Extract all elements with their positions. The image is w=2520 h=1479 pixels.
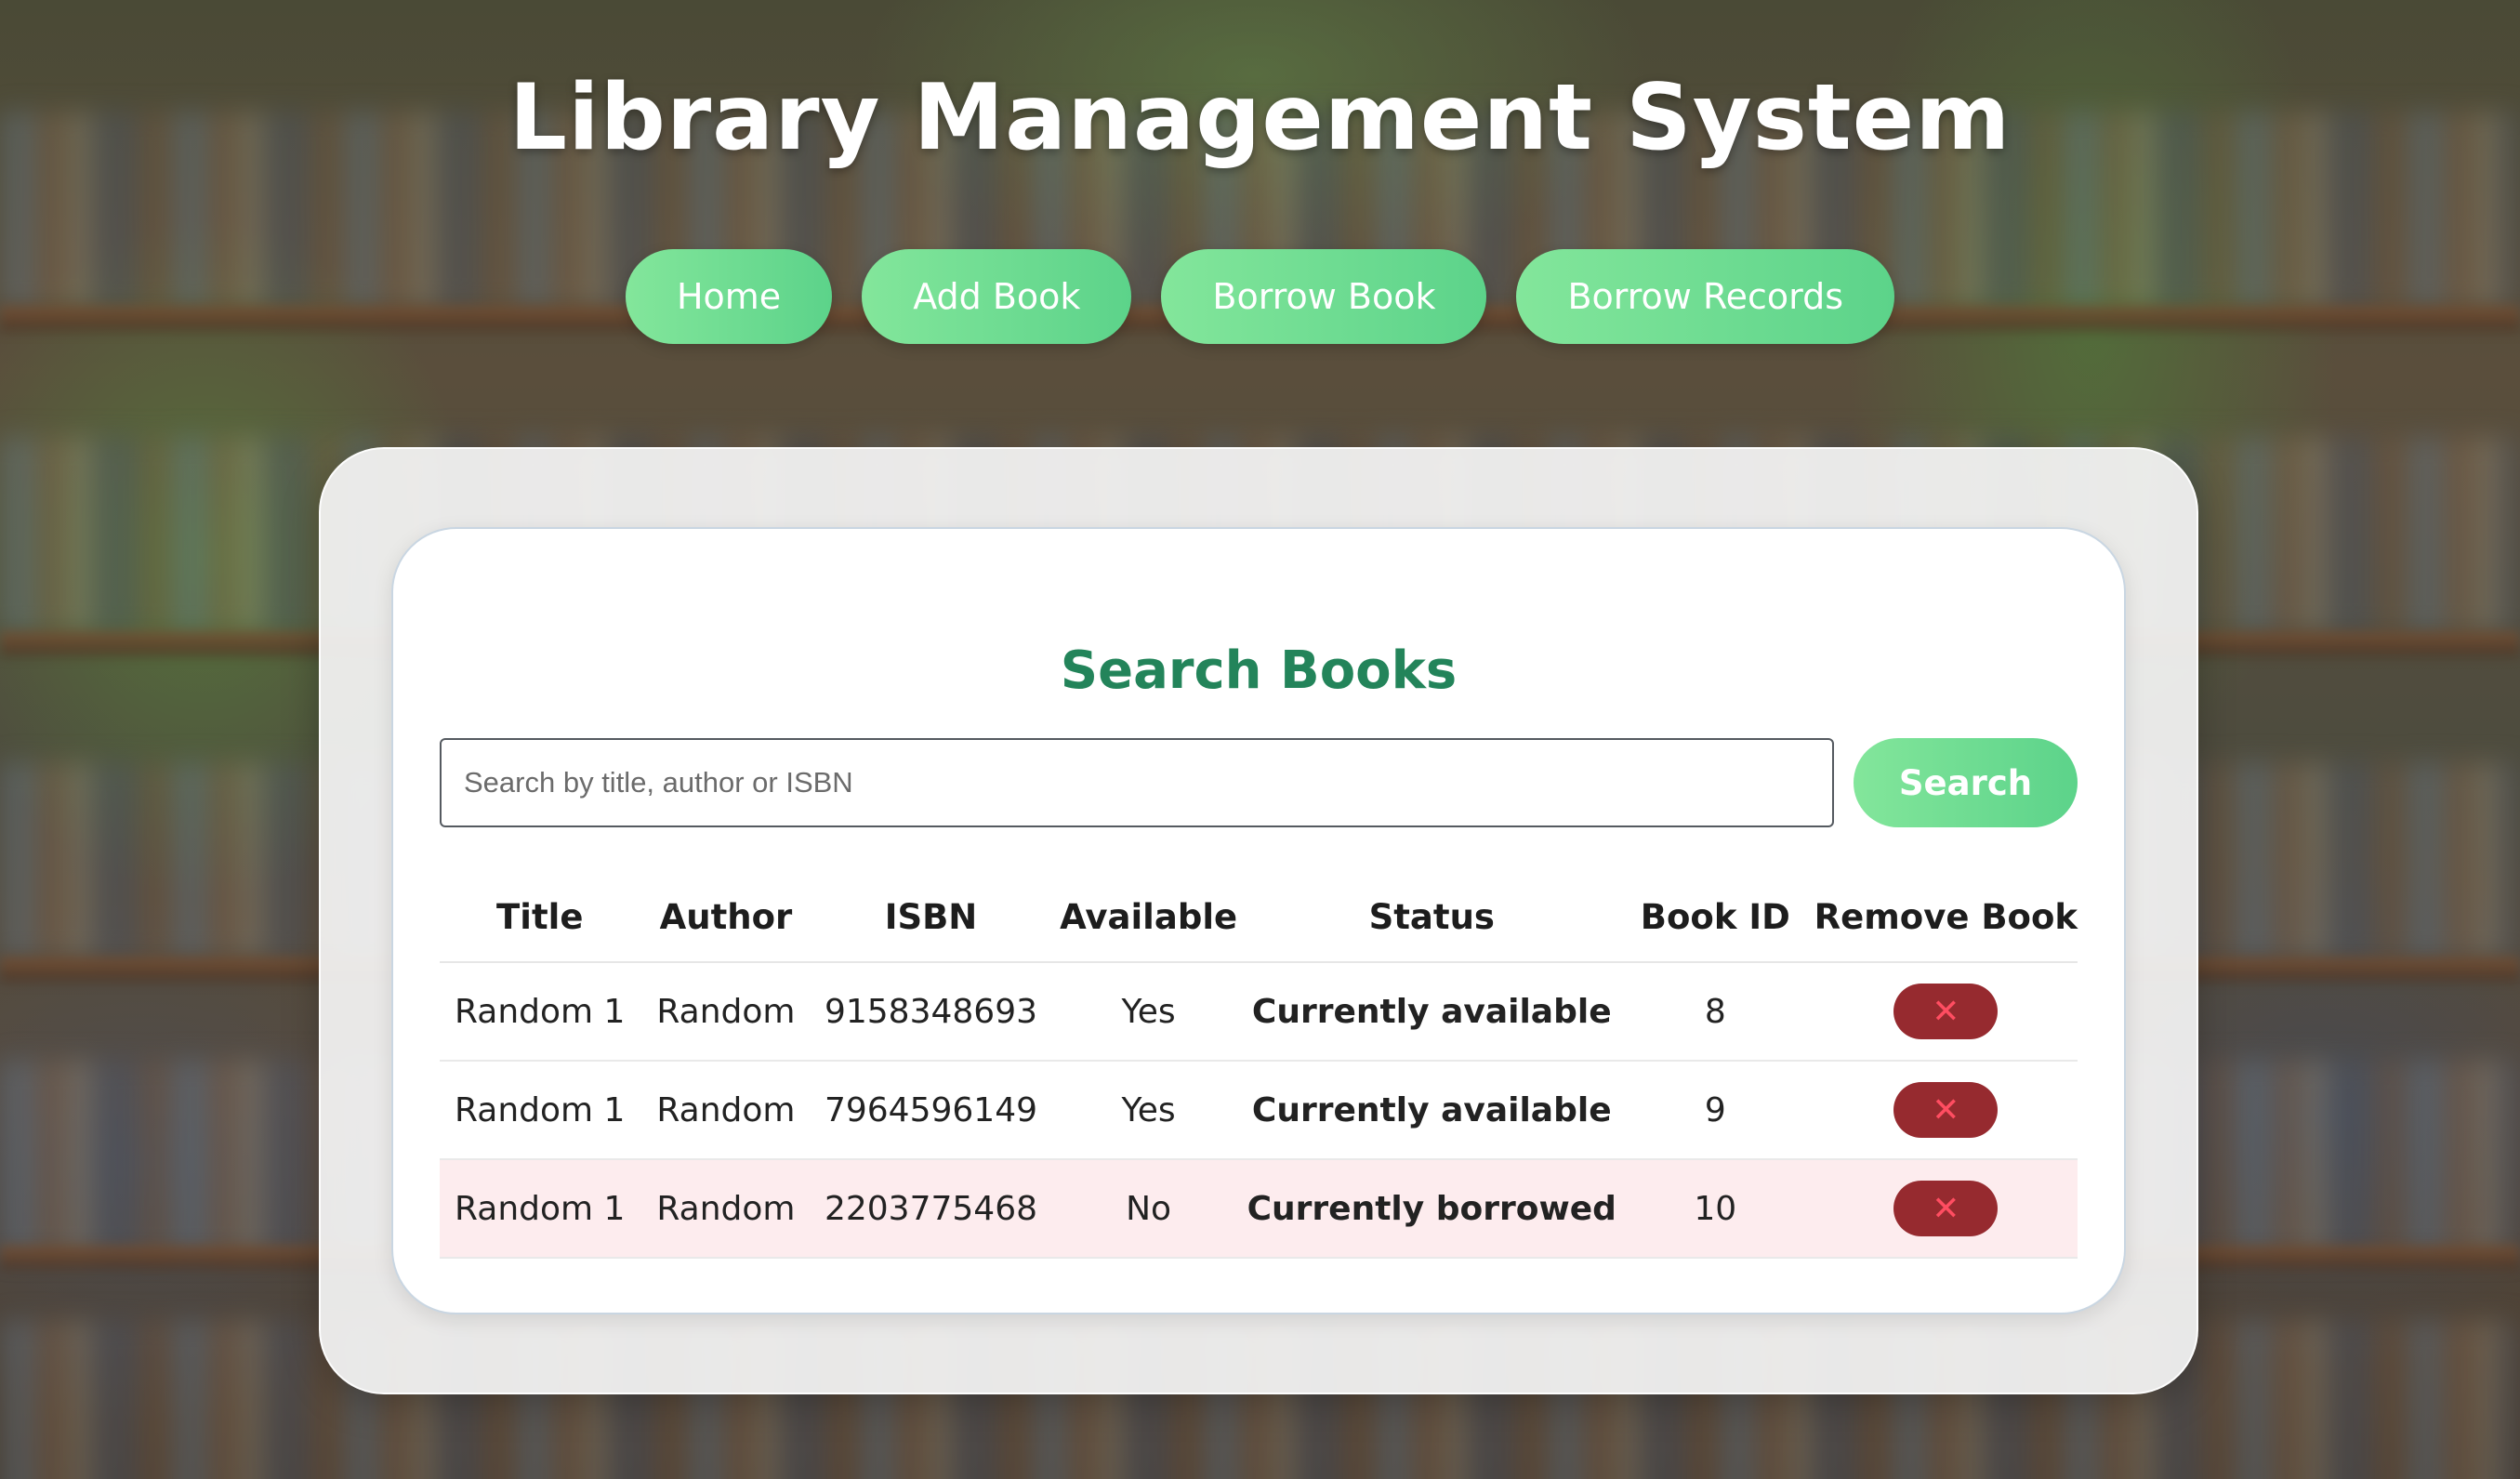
cell-author: Random: [640, 1061, 812, 1160]
table-row: Random 1 Random 7964596149 Yes Currently…: [440, 1061, 2078, 1160]
cell-status: Currently borrowed: [1247, 1159, 1616, 1259]
search-title: Search Books: [1060, 640, 1458, 701]
cell-remove: ✕: [1814, 1159, 2078, 1259]
cell-status: Currently available: [1247, 1061, 1616, 1160]
search-card: Search Books Search Title Author ISBN Av…: [391, 527, 2126, 1314]
header-title: Title: [440, 873, 640, 963]
cell-isbn: 2203775468: [811, 1159, 1050, 1259]
cell-title: Random 1: [440, 1061, 640, 1160]
nav-home-button[interactable]: Home: [625, 249, 833, 344]
books-table: Title Author ISBN Available Status Book …: [440, 873, 2078, 1259]
search-button[interactable]: Search: [1854, 738, 2078, 827]
cell-status: Currently available: [1247, 962, 1616, 1062]
cell-available: Yes: [1049, 1061, 1247, 1160]
search-panel: Search Books Search Title Author ISBN Av…: [319, 447, 2198, 1394]
main-nav: Home Add Book Borrow Book Borrow Records: [0, 249, 2520, 344]
cell-title: Random 1: [440, 962, 640, 1062]
nav-add-book-button[interactable]: Add Book: [862, 249, 1132, 344]
cell-author: Random: [640, 962, 812, 1062]
cell-available: No: [1049, 1159, 1247, 1259]
cell-title: Random 1: [440, 1159, 640, 1259]
nav-borrow-book-button[interactable]: Borrow Book: [1161, 249, 1487, 344]
search-input[interactable]: [440, 738, 1834, 827]
header-book-id: Book ID: [1616, 873, 1814, 963]
close-icon: ✕: [1932, 1090, 1960, 1129]
header-status: Status: [1247, 873, 1616, 963]
cell-isbn: 9158348693: [811, 962, 1050, 1062]
remove-book-button[interactable]: ✕: [1893, 984, 1999, 1039]
table-row: Random 1 Random 2203775468 No Currently …: [440, 1159, 2078, 1259]
cell-book-id: 8: [1616, 962, 1814, 1062]
cell-book-id: 10: [1616, 1159, 1814, 1259]
cell-author: Random: [640, 1159, 812, 1259]
header-available: Available: [1049, 873, 1247, 963]
cell-book-id: 9: [1616, 1061, 1814, 1160]
table-row: Random 1 Random 9158348693 Yes Currently…: [440, 962, 2078, 1062]
remove-book-button[interactable]: ✕: [1893, 1181, 1999, 1236]
header-isbn: ISBN: [811, 873, 1050, 963]
cell-available: Yes: [1049, 962, 1247, 1062]
table-header-row: Title Author ISBN Available Status Book …: [440, 873, 2078, 963]
cell-remove: ✕: [1814, 1061, 2078, 1160]
cell-isbn: 7964596149: [811, 1061, 1050, 1160]
header-author: Author: [640, 873, 812, 963]
header-remove-book: Remove Book: [1814, 873, 2078, 963]
cell-remove: ✕: [1814, 962, 2078, 1062]
nav-borrow-records-button[interactable]: Borrow Records: [1516, 249, 1895, 344]
close-icon: ✕: [1932, 992, 1960, 1030]
page-title: Library Management System: [508, 65, 2012, 171]
page: Library Management System Home Add Book …: [0, 0, 2520, 1479]
remove-book-button[interactable]: ✕: [1893, 1082, 1999, 1138]
close-icon: ✕: [1932, 1189, 1960, 1227]
